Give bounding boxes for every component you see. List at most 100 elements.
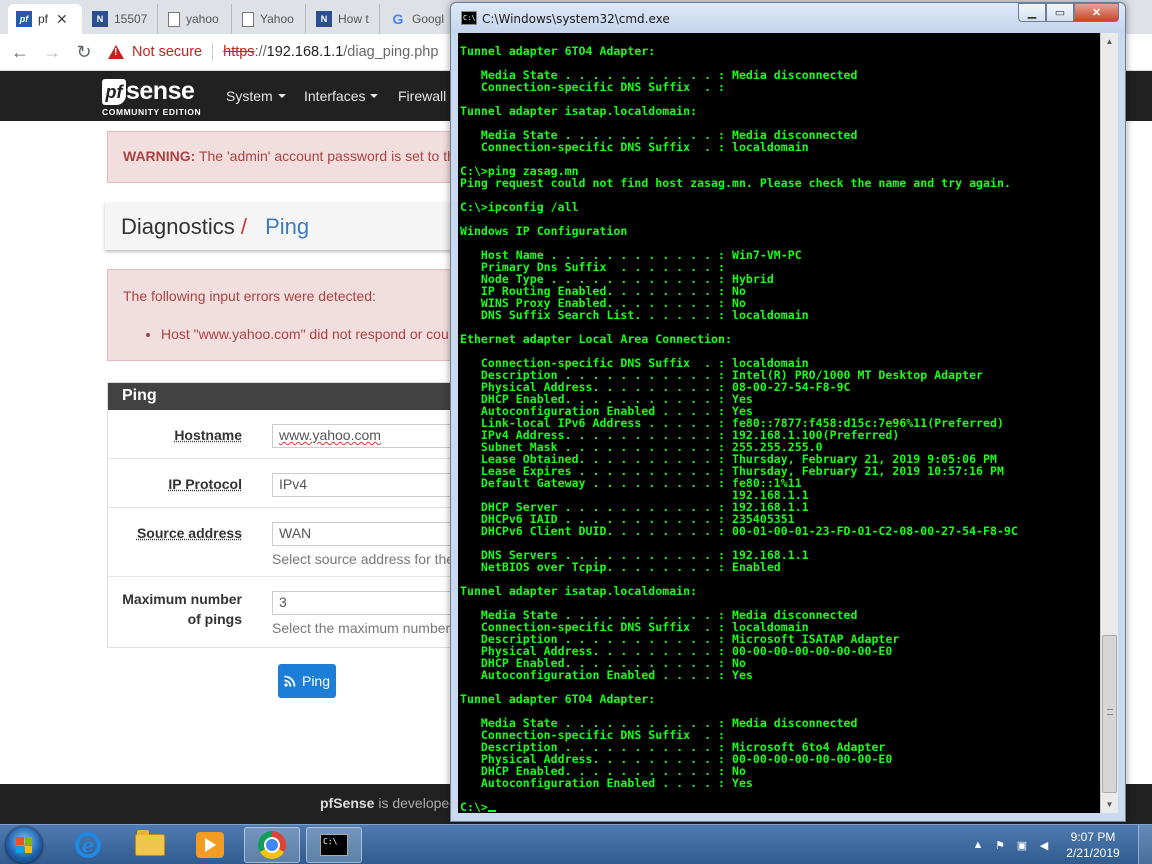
show-desktop-button[interactable] xyxy=(1138,825,1152,864)
caret-down-icon xyxy=(277,94,286,98)
cmd-titlebar[interactable]: C:\ C:\Windows\system32\cmd.exe ▁ ▭ ✕ xyxy=(451,3,1125,33)
reload-icon[interactable]: ↻ xyxy=(68,36,100,68)
tab-title: Yahoo xyxy=(260,12,294,26)
tab-google[interactable]: G Googl xyxy=(382,4,450,34)
console-line: DNS Suffix Search List. . . . . . : loca… xyxy=(460,308,809,322)
chrome-icon xyxy=(258,831,286,859)
breadcrumb-section: Diagnostics xyxy=(121,214,235,239)
pfsense-logo[interactable]: pf sense COMMUNITY EDITION xyxy=(102,77,212,117)
console-line: Tunnel adapter 6TO4 Adapter: xyxy=(460,44,656,58)
warning-triangle-icon xyxy=(108,45,124,59)
tab-pfsense[interactable]: pf pf ✕ xyxy=(8,4,82,34)
windows-taskbar: e C:\ ▲ ⚑ ▣ ◀ 9:07 PM 2/21/2019 xyxy=(0,824,1152,864)
max-pings-label-line2: of pings xyxy=(187,611,242,627)
menu-system[interactable]: System xyxy=(226,71,286,121)
folder-icon xyxy=(135,830,165,856)
menu-label: Firewall xyxy=(398,88,447,104)
pfsense-favicon-icon: pf xyxy=(16,11,32,27)
console-line: Autoconfiguration Enabled . . . . : Yes xyxy=(460,668,753,682)
close-icon[interactable]: ✕ xyxy=(1074,3,1119,22)
network-icon[interactable]: ▣ xyxy=(1014,837,1030,853)
max-pings-help: Select the maximum number xyxy=(272,620,451,636)
console-line: Windows IP Configuration xyxy=(460,224,628,238)
cmd-icon: C:\ xyxy=(320,834,348,856)
menu-firewall[interactable]: Firewall xyxy=(398,71,446,121)
console-line: DHCPv6 Client DUID. . . . . . . . : 00-0… xyxy=(460,524,1018,538)
not-secure-label[interactable]: Not secure xyxy=(132,44,202,60)
netgate-favicon-icon: N xyxy=(92,11,108,27)
google-favicon-icon: G xyxy=(392,11,404,27)
tab-title: Googl xyxy=(412,12,445,26)
footer-brand: pfSense xyxy=(320,795,375,811)
console-line: C:\>ipconfig /all xyxy=(460,200,579,214)
clock-time: 9:07 PM xyxy=(1070,830,1116,844)
back-arrow-icon[interactable]: ← xyxy=(4,36,36,68)
scroll-up-arrow-icon[interactable]: ▲ xyxy=(1101,33,1118,50)
clock-date: 2/21/2019 xyxy=(1066,846,1120,860)
console-line: Ping request could not find host zasag.m… xyxy=(460,176,1011,190)
system-tray: ▲ ⚑ ▣ ◀ 9:07 PM 2/21/2019 xyxy=(970,825,1152,864)
document-favicon-icon xyxy=(242,11,254,27)
start-button[interactable] xyxy=(6,827,42,863)
tab-how-to[interactable]: N How t xyxy=(308,4,380,34)
source-address-label: Source address xyxy=(136,525,242,541)
netgate-favicon-icon: N xyxy=(316,11,332,27)
tab-title: 15507 xyxy=(114,12,148,26)
footer-text: is developed xyxy=(374,795,457,811)
taskbar-media-player[interactable] xyxy=(182,827,238,863)
source-address-help: Select source address for the xyxy=(272,551,455,567)
hostname-label: Hostname xyxy=(174,427,242,443)
console-line: Connection-specific DNS Suffix . : xyxy=(460,80,725,94)
pfsense-edition-label: COMMUNITY EDITION xyxy=(102,107,202,117)
tab-title: yahoo xyxy=(186,12,219,26)
pfsense-logo-mark: pf xyxy=(102,79,126,105)
clock[interactable]: 9:07 PM 2/21/2019 xyxy=(1058,829,1128,861)
url-path: /diag_ping.php xyxy=(343,44,439,60)
url-separator: :// xyxy=(254,44,267,60)
ping-button[interactable]: Ping xyxy=(278,664,336,698)
volume-icon[interactable]: ◀ xyxy=(1036,837,1052,853)
console-line: Connection-specific DNS Suffix . : local… xyxy=(460,140,809,154)
close-tab-icon[interactable]: ✕ xyxy=(56,11,68,28)
console-line: Tunnel adapter isatap.localdomain: xyxy=(460,584,698,598)
menu-interfaces[interactable]: Interfaces xyxy=(304,71,379,121)
omnibox-divider xyxy=(212,43,214,61)
forward-arrow-icon[interactable]: → xyxy=(36,36,68,68)
console-line: Ethernet adapter Local Area Connection: xyxy=(460,332,732,346)
taskbar-chrome[interactable] xyxy=(244,827,300,863)
cmd-app-icon: C:\ xyxy=(461,11,477,25)
ip-protocol-label: IP Protocol xyxy=(168,476,242,492)
taskbar-cmd[interactable]: C:\ xyxy=(306,827,362,863)
pfsense-logo-word: sense xyxy=(126,77,195,105)
tab-yahoo-lower[interactable]: yahoo xyxy=(160,4,232,34)
scroll-down-arrow-icon[interactable]: ▼ xyxy=(1101,796,1118,813)
max-pings-label-line1: Maximum number xyxy=(122,591,242,607)
breadcrumb-separator: / xyxy=(240,214,247,239)
menu-label: Interfaces xyxy=(304,88,366,104)
omnibox[interactable]: Not secure https :// 192.168.1.1 /diag_p… xyxy=(108,37,438,67)
cmd-console-output[interactable]: Tunnel adapter 6TO4 Adapter: Media State… xyxy=(458,33,1100,813)
menu-label: System xyxy=(226,88,273,104)
media-player-icon xyxy=(196,832,224,858)
scroll-thumb[interactable] xyxy=(1102,635,1117,793)
minimize-icon[interactable]: ▁ xyxy=(1018,3,1046,22)
taskbar-file-explorer[interactable] xyxy=(122,827,178,863)
cmd-scrollbar[interactable]: ▲ ▼ xyxy=(1100,33,1118,813)
warning-label: WARNING: xyxy=(123,148,196,164)
url-scheme: https xyxy=(223,44,255,60)
tab-title: pf xyxy=(38,12,49,26)
taskbar-internet-explorer[interactable]: e xyxy=(60,827,116,863)
breadcrumb-page-link[interactable]: Ping xyxy=(265,214,309,239)
cmd-title: C:\Windows\system32\cmd.exe xyxy=(482,12,670,26)
maximize-icon[interactable]: ▭ xyxy=(1046,3,1074,22)
tab-yahoo[interactable]: Yahoo xyxy=(234,4,306,34)
url-host: 192.168.1.1 xyxy=(266,44,344,60)
cmd-window[interactable]: C:\ C:\Windows\system32\cmd.exe ▁ ▭ ✕ Tu… xyxy=(450,2,1126,822)
action-center-flag-icon[interactable]: ⚑ xyxy=(992,837,1008,853)
tab-netgate-15507[interactable]: N 15507 xyxy=(84,4,158,34)
show-hidden-icons-icon[interactable]: ▲ xyxy=(970,837,986,853)
console-line: NetBIOS over Tcpip. . . . . . . . : Enab… xyxy=(460,560,781,574)
max-pings-label: Maximum number of pings xyxy=(122,589,242,629)
rss-icon xyxy=(284,675,296,687)
document-favicon-icon xyxy=(168,11,180,27)
